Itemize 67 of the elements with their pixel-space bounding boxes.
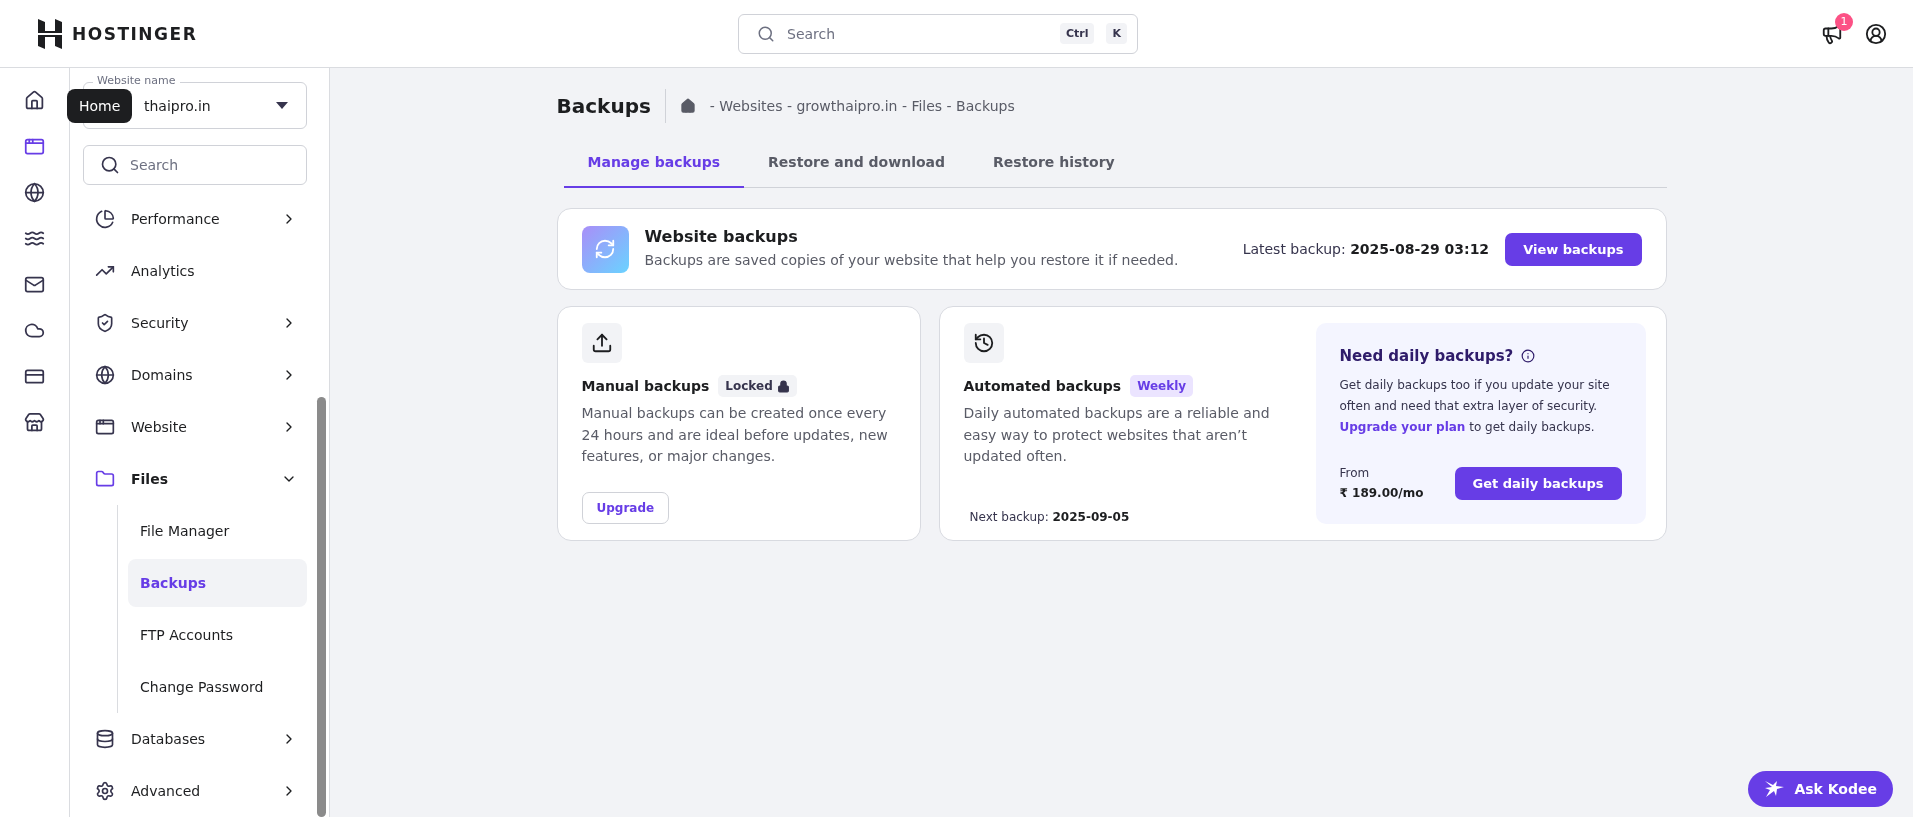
home-icon[interactable]: [679, 98, 696, 114]
history-icon: [963, 323, 1004, 363]
status-badge: Locked: [718, 375, 797, 397]
search-icon: [757, 24, 775, 43]
mail-icon[interactable]: [24, 274, 45, 295]
frequency-badge: Weekly: [1130, 375, 1194, 397]
store-icon[interactable]: [24, 412, 45, 433]
panel-title: Need daily backups?: [1339, 347, 1514, 365]
price-label: From: [1339, 466, 1370, 480]
breadcrumb: - Websites - growthaipro.in - Files - Backups: [709, 98, 1015, 114]
tab[interactable]: Restore and download: [744, 138, 970, 188]
sidebar-item[interactable]: Analytics: [83, 245, 307, 297]
tab[interactable]: Restore history: [969, 138, 1139, 188]
keyboard-key: Ctrl: [1059, 23, 1095, 44]
browser-window-icon: [95, 417, 115, 437]
tab[interactable]: Manage backups: [563, 138, 745, 188]
logo-icon: [38, 18, 62, 49]
upgrade-button[interactable]: Upgrade: [581, 492, 670, 524]
shield-icon: [95, 313, 115, 333]
page-title: Backups: [556, 89, 666, 123]
sidebar-subitem[interactable]: Backups: [128, 559, 307, 607]
sparkle-icon: [1764, 780, 1785, 798]
keyboard-key: K: [1106, 23, 1127, 44]
sidebar-item[interactable]: Website: [83, 401, 307, 453]
upload-icon: [581, 323, 622, 363]
sidebar-subitem[interactable]: File Manager: [128, 507, 307, 555]
home-icon[interactable]: [24, 90, 45, 111]
ask-kodee-button[interactable]: Ask Kodee: [1748, 771, 1893, 807]
view-backups-button[interactable]: View backups: [1505, 232, 1642, 266]
settings-icon: [95, 781, 115, 801]
card-title: Manual backups: [581, 378, 710, 394]
price: ₹ 189.00/mo: [1339, 486, 1424, 500]
search-icon: [100, 155, 120, 175]
tooltip: Home: [67, 89, 133, 123]
next-backup: Next backup: 2025-09-05: [968, 510, 1130, 524]
card-title: Automated backups: [963, 378, 1122, 394]
sidebar-item[interactable]: Domains: [83, 349, 307, 401]
search-field[interactable]: Search Ctrl K: [738, 13, 1138, 54]
search-field[interactable]: Search: [83, 145, 307, 185]
globe-icon[interactable]: [24, 182, 45, 203]
sidebar-item[interactable]: Security: [83, 297, 307, 349]
card-title: Website backups: [644, 226, 799, 246]
sidebar-subitem[interactable]: FTP Accounts: [128, 611, 307, 659]
card-description: Backups are saved copies of your website that help you restore it if needed.: [644, 250, 1180, 270]
folder-icon: [95, 469, 115, 489]
logo-text: HOSTINGER: [72, 23, 198, 44]
sidebar-item[interactable]: Databases: [83, 713, 307, 765]
info-icon[interactable]: [1521, 349, 1536, 363]
browser-window-icon[interactable]: [24, 136, 45, 157]
lock-icon: [776, 379, 790, 393]
upgrade-link[interactable]: Upgrade your plan: [1339, 420, 1466, 434]
pie-chart-icon: [95, 209, 115, 229]
card-description: Manual backups can be created once every 24 hours and are ideal before updates, new features, or major changes.: [581, 404, 889, 467]
notification-count: 1: [1835, 12, 1853, 31]
card-description: Daily automated backups are a reliable and easy way to protect websites that aren’t updated often.: [963, 404, 1271, 467]
sidebar-subitem[interactable]: Change Password: [128, 663, 307, 711]
sidebar-item[interactable]: Performance: [83, 193, 307, 245]
get-daily-backups-button[interactable]: Get daily backups: [1454, 466, 1622, 500]
latest-backup: Latest backup: 2025-08-29 03:12: [1242, 241, 1490, 257]
sidebar-item[interactable]: Files: [83, 453, 307, 505]
sidebar-item[interactable]: Advanced: [83, 765, 307, 817]
panel-text: Get daily backups too if you update your site often and need that extra layer of security. Upgrade your plan to get daily backups.: [1339, 377, 1611, 436]
refresh-icon: [581, 225, 629, 273]
account-icon[interactable]: [1865, 22, 1887, 45]
caret-icon: [276, 102, 288, 109]
database-icon: [95, 729, 115, 749]
globe-icon: [95, 365, 115, 385]
